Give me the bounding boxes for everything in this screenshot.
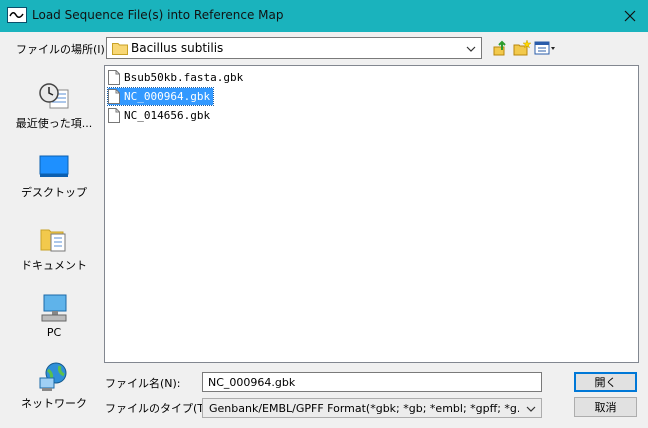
file-item[interactable]: NC_014656.gbk — [108, 107, 213, 124]
place-label: デスクトップ — [21, 186, 87, 199]
place-label: 最近使った項... — [15, 117, 93, 130]
place-network[interactable]: ネットワーク — [14, 362, 94, 411]
file-item-selected[interactable]: NC_000964.gbk — [106, 87, 215, 106]
document-icon — [108, 108, 120, 123]
place-pc[interactable]: PC — [14, 293, 94, 339]
place-label: PC — [46, 326, 62, 339]
desktop-icon — [39, 155, 69, 177]
lookin-value: Bacillus subtilis — [131, 41, 224, 55]
filetype-dropdown[interactable]: Genbank/EMBL/GPFF Format(*gbk; *gb; *emb… — [202, 398, 542, 418]
document-icon — [108, 70, 120, 85]
title-bar: Load Sequence File(s) into Reference Map — [0, 0, 648, 32]
open-button[interactable]: 開く — [574, 372, 637, 392]
new-folder-icon — [513, 39, 531, 56]
pc-icon — [41, 294, 67, 322]
file-item[interactable]: Bsub50kb.fasta.gbk — [108, 69, 246, 86]
file-list[interactable]: Bsub50kb.fasta.gbk NC_000964.gbk NC_0146… — [104, 65, 639, 363]
up-folder-icon — [493, 40, 506, 56]
new-folder-button[interactable] — [512, 38, 532, 58]
document-icon — [108, 89, 120, 104]
place-documents[interactable]: ドキュメント — [14, 224, 94, 273]
cancel-button[interactable]: 取消 — [574, 397, 637, 417]
filename-label: ファイル名(N): — [105, 377, 181, 390]
app-icon — [7, 7, 27, 23]
chevron-down-icon — [466, 43, 476, 56]
close-icon — [624, 10, 636, 22]
place-label: ドキュメント — [21, 259, 87, 272]
filename-input[interactable] — [202, 372, 542, 392]
close-button[interactable] — [612, 0, 648, 32]
window-title: Load Sequence File(s) into Reference Map — [32, 8, 284, 22]
file-name: Bsub50kb.fasta.gbk — [124, 71, 244, 84]
up-folder-button[interactable] — [491, 38, 511, 58]
place-desktop[interactable]: デスクトップ — [14, 153, 94, 200]
folder-icon — [112, 41, 128, 58]
view-menu-icon — [534, 41, 555, 55]
lookin-label: ファイルの場所(I): — [16, 43, 109, 56]
view-menu-button[interactable] — [533, 38, 557, 58]
file-name: NC_014656.gbk — [124, 109, 211, 122]
lookin-dropdown[interactable]: Bacillus subtilis — [106, 37, 482, 59]
recent-icon — [39, 83, 69, 109]
place-recent[interactable]: 最近使った項... — [14, 82, 94, 131]
place-label: ネットワーク — [21, 397, 87, 410]
network-icon — [39, 362, 67, 391]
filetype-value: Genbank/EMBL/GPFF Format(*gbk; *gb; *emb… — [209, 402, 519, 415]
filetype-label: ファイルのタイプ(T): — [105, 402, 213, 415]
documents-icon — [40, 229, 66, 252]
chevron-down-icon — [526, 403, 536, 416]
file-name: NC_000964.gbk — [124, 90, 211, 103]
